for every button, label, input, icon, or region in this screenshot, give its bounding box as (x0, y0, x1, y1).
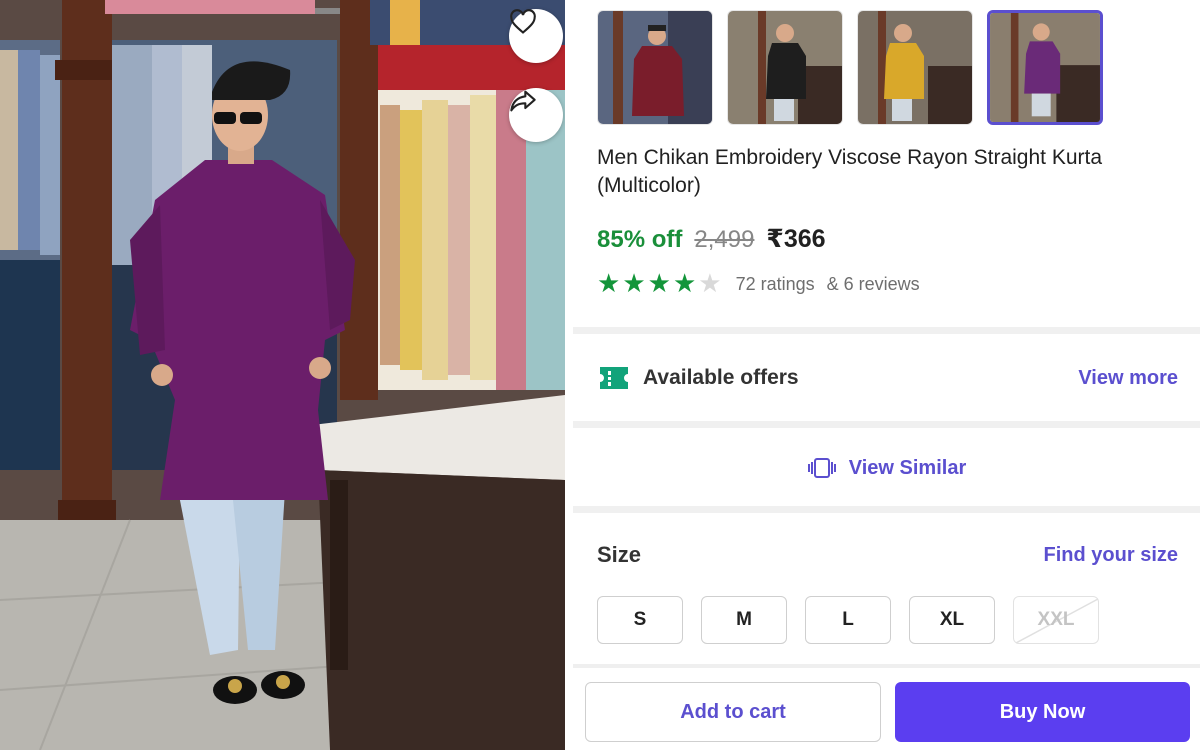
star-rating: ★ ★ ★ ★ ★ (597, 270, 722, 298)
available-offers-row[interactable]: Available offers View more (597, 358, 1178, 398)
size-option-m[interactable]: M (701, 596, 787, 644)
thumbnail-4-image (990, 13, 1100, 122)
section-divider (573, 327, 1200, 334)
size-label: Size (597, 542, 642, 567)
share-button[interactable] (509, 88, 563, 142)
original-price: 2,499 (694, 226, 755, 253)
star-filled-icon: ★ (622, 269, 646, 299)
view-similar-label: View Similar (848, 456, 967, 479)
thumbnail-3-image (858, 11, 972, 124)
available-offers-label: Available offers (643, 366, 799, 389)
size-option-s[interactable]: S (597, 596, 683, 644)
star-filled-icon: ★ (647, 269, 671, 299)
product-details-panel: Men Chikan Embroidery Viscose Rayon Stra… (565, 0, 1200, 750)
section-divider (573, 506, 1200, 513)
rating-row[interactable]: ★ ★ ★ ★ ★ 72 ratings & 6 reviews (597, 270, 920, 298)
size-option-xxl-label: XXL (1037, 609, 1075, 630)
reviews-count: & 6 reviews (826, 273, 920, 294)
buy-now-button[interactable]: Buy Now (895, 682, 1190, 742)
find-your-size-link[interactable]: Find your size (1044, 544, 1178, 567)
thumbnail-2-image (728, 11, 842, 124)
heart-icon (510, 9, 536, 34)
cards-icon (807, 458, 836, 478)
add-to-cart-button[interactable]: Add to cart (585, 682, 881, 742)
discount-percent: 85% off (597, 226, 683, 253)
size-option-xl[interactable]: XL (909, 596, 995, 644)
view-more-link[interactable]: View more (1078, 367, 1178, 390)
thumbnail-4-selected[interactable] (987, 10, 1103, 125)
price-row: 85% off 2,499 ₹366 (597, 224, 826, 254)
product-title: Men Chikan Embroidery Viscose Rayon Stra… (597, 146, 1103, 197)
star-filled-icon: ★ (597, 269, 621, 299)
product-main-image[interactable] (0, 0, 565, 750)
star-filled-icon: ★ (672, 269, 697, 299)
view-similar-button[interactable]: View Similar (573, 448, 1200, 488)
size-option-xxl-unavailable: XXL (1013, 596, 1099, 644)
thumbnail-3[interactable] (857, 10, 973, 125)
size-header: Size Find your size (597, 542, 1178, 568)
size-option-l[interactable]: L (805, 596, 891, 644)
star-empty-icon: ★ (698, 269, 722, 299)
product-photo-illustration (0, 0, 565, 750)
thumbnail-2[interactable] (727, 10, 843, 125)
thumbnail-1-image (598, 11, 712, 124)
ticket-icon (600, 367, 628, 389)
selling-price: ₹366 (766, 225, 826, 253)
thumbnail-1[interactable] (597, 10, 713, 125)
bottom-action-bar: Add to cart Buy Now (573, 664, 1200, 750)
size-options: S M L XL XXL (597, 596, 1099, 644)
wishlist-button[interactable] (509, 9, 563, 63)
section-divider (573, 421, 1200, 428)
share-icon (510, 90, 536, 112)
ratings-count: 72 ratings (735, 273, 815, 294)
thumbnail-strip (597, 10, 1103, 125)
